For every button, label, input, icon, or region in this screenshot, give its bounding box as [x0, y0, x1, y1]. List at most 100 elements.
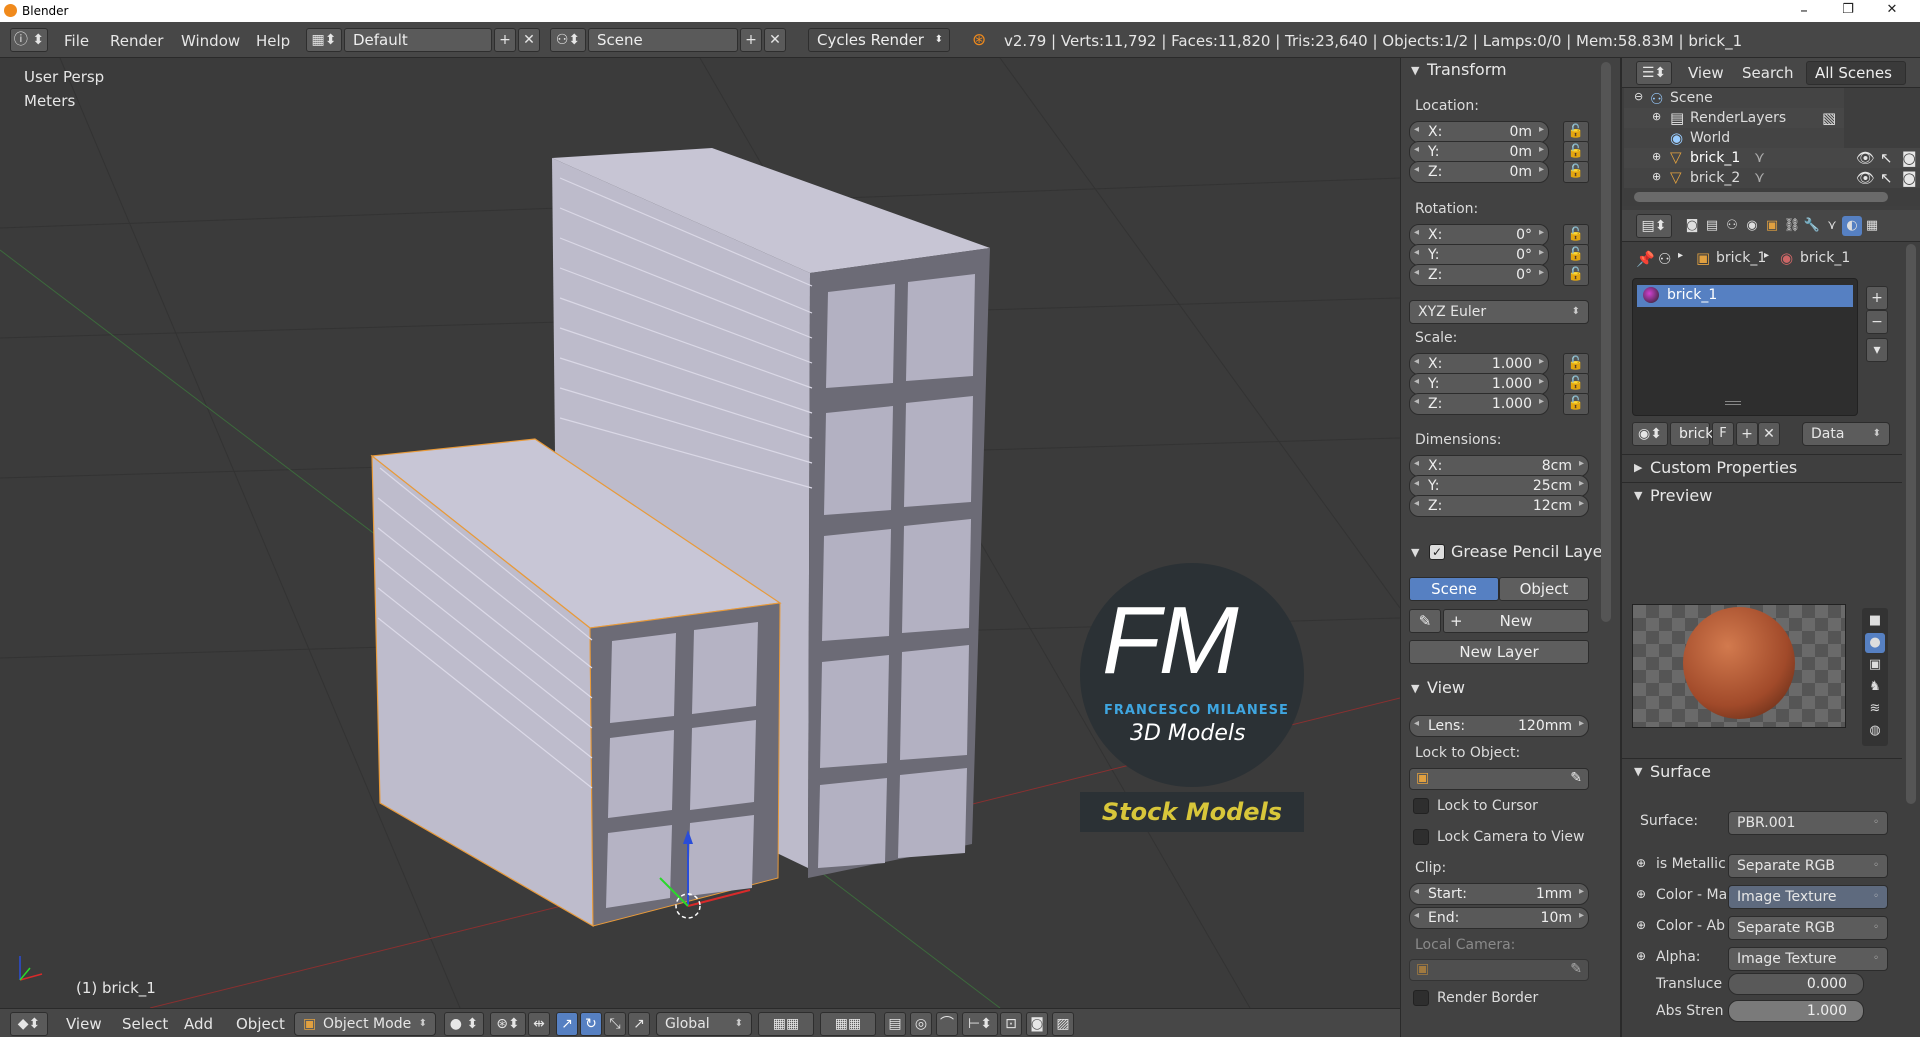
- scene-icon[interactable]: ⚇⬍: [550, 28, 586, 52]
- object-tab-icon[interactable]: ▣: [1762, 216, 1782, 236]
- grease-object-button[interactable]: Object: [1499, 577, 1589, 601]
- transform-header[interactable]: Transform: [1427, 60, 1507, 79]
- slot-menu-icon[interactable]: ▾: [1866, 338, 1888, 362]
- outliner-view-menu[interactable]: View: [1688, 64, 1724, 82]
- rotate-icon[interactable]: ↻: [580, 1012, 602, 1036]
- socket-toggle-icon[interactable]: ⊕: [1636, 949, 1646, 963]
- abs-strength-slider[interactable]: 1.000: [1728, 1000, 1864, 1022]
- outliner-search-menu[interactable]: Search: [1742, 64, 1794, 82]
- 3d-viewport[interactable]: User Persp Meters (1) brick_1 FM FRANCES…: [0, 58, 1400, 1008]
- lens-field[interactable]: ◂ Lens: 120mm ▸: [1409, 715, 1589, 737]
- constraints-tab-icon[interactable]: ⛓: [1782, 216, 1802, 236]
- collapse-arrow-icon[interactable]: ▼: [1411, 64, 1419, 77]
- sphere-preview-icon[interactable]: ●: [1865, 633, 1885, 653]
- pivot-icon[interactable]: ⊛⬍: [490, 1012, 526, 1036]
- socket-toggle-icon[interactable]: ⊕: [1636, 856, 1646, 870]
- scl-field[interactable]: ◂ Y: 1.000 ▸: [1409, 373, 1549, 395]
- layers-tab-icon[interactable]: ▤: [1702, 216, 1722, 236]
- list-item[interactable]: ⊕ ▤ RenderLayers ▧: [1624, 108, 1844, 128]
- properties-scrollbar[interactable]: [1906, 244, 1916, 804]
- new-layer-button[interactable]: New Layer: [1409, 640, 1589, 664]
- lock-icon[interactable]: 🔓: [1563, 353, 1589, 375]
- screen-layout-field[interactable]: Default: [344, 28, 492, 52]
- add-slot-button[interactable]: +: [1866, 286, 1888, 310]
- local-camera-field[interactable]: ▣ ✎: [1409, 959, 1589, 981]
- list-item[interactable]: ◉ World: [1624, 128, 1844, 148]
- lock-cursor-checkbox[interactable]: [1413, 798, 1429, 814]
- orientation-select[interactable]: Global ⬍: [656, 1012, 752, 1036]
- scale-icon[interactable]: ⤡: [604, 1012, 626, 1036]
- grease-pencil-checkbox[interactable]: ✓: [1429, 544, 1445, 560]
- render-camera-icon[interactable]: ◙: [1026, 1012, 1048, 1036]
- socket-toggle-icon[interactable]: ⊕: [1636, 918, 1646, 932]
- list-item[interactable]: ⊕ ▽ brick_1 ⋎ 👁 ↖ ◙: [1624, 148, 1920, 168]
- lock-icon[interactable]: 🔓: [1563, 161, 1589, 183]
- translate-icon[interactable]: ↗: [556, 1012, 578, 1036]
- lock-object-field[interactable]: ▣ ✎: [1409, 768, 1589, 790]
- surface-input-select[interactable]: PBR.001 ◦: [1728, 811, 1888, 835]
- snap-toggle-icon[interactable]: ⌒: [936, 1012, 958, 1036]
- cube-preview-icon[interactable]: ▣: [1865, 655, 1885, 675]
- mode-select[interactable]: ▣ Object Mode ⬍: [294, 1012, 436, 1036]
- scl-field[interactable]: ◂ Z: 1.000 ▸: [1409, 393, 1549, 415]
- outliner-editor-icon[interactable]: ☰⬍: [1636, 61, 1672, 85]
- collapse-arrow-icon[interactable]: ▼: [1411, 682, 1419, 695]
- plane-preview-icon[interactable]: ■: [1865, 611, 1885, 631]
- clip-start-field[interactable]: ◂ Start: 1mm ▸: [1409, 883, 1589, 905]
- preview-panel-header[interactable]: ▼ Preview: [1622, 482, 1902, 508]
- surface-input-select[interactable]: Separate RGB ◦: [1728, 854, 1888, 878]
- loc-field[interactable]: ◂ Y: 0m ▸: [1409, 141, 1549, 163]
- loc-field[interactable]: ◂ X: 0m ▸: [1409, 121, 1549, 143]
- maximize-button[interactable]: ❐: [1826, 0, 1870, 22]
- socket-toggle-icon[interactable]: ⊕: [1636, 887, 1646, 901]
- surface-input-select[interactable]: Image Texture ◦: [1728, 947, 1888, 971]
- layer-lock-icon[interactable]: ▤: [884, 1012, 906, 1036]
- material-browse-icon[interactable]: ◉⬍: [1632, 422, 1668, 446]
- scene-field[interactable]: Scene: [588, 28, 738, 52]
- pin-icon[interactable]: 📌: [1636, 250, 1655, 268]
- manipulator-icon[interactable]: ⇹: [528, 1012, 550, 1036]
- menu-view[interactable]: View: [66, 1015, 102, 1033]
- menu-help[interactable]: Help: [256, 32, 290, 50]
- view-panel-header[interactable]: View: [1427, 678, 1465, 697]
- menu-file[interactable]: File: [64, 32, 89, 50]
- link-select[interactable]: Data ⬍: [1802, 422, 1890, 446]
- minimize-button[interactable]: –: [1782, 0, 1826, 22]
- rot-field[interactable]: ◂ Z: 0° ▸: [1409, 264, 1549, 286]
- sky-preview-icon[interactable]: ◍: [1865, 721, 1885, 741]
- layers-grid-2-icon[interactable]: ▦▦: [820, 1012, 876, 1036]
- scene-tab-icon[interactable]: ⚇: [1722, 216, 1742, 236]
- unlink-material-button[interactable]: ✕: [1758, 422, 1780, 446]
- dim-field[interactable]: ◂ Y: 25cm ▸: [1409, 475, 1589, 497]
- render-border-checkbox[interactable]: [1413, 990, 1429, 1006]
- layers-grid-icon[interactable]: ▦▦: [758, 1012, 814, 1036]
- material-name-field[interactable]: brick_: [1670, 422, 1720, 446]
- scale-handle-icon[interactable]: ↗: [628, 1012, 650, 1036]
- remove-scene-button[interactable]: ✕: [764, 28, 786, 52]
- lock-icon[interactable]: 🔓: [1563, 121, 1589, 143]
- remove-slot-button[interactable]: −: [1866, 310, 1888, 334]
- list-item[interactable]: brick_1: [1637, 285, 1853, 307]
- rot-field[interactable]: ◂ X: 0° ▸: [1409, 224, 1549, 246]
- lock-icon[interactable]: 🔓: [1563, 224, 1589, 246]
- hair-preview-icon[interactable]: ≋: [1865, 699, 1885, 719]
- render-camera-icon[interactable]: ◙: [1902, 169, 1917, 187]
- surface-panel-header[interactable]: ▼ Surface: [1622, 758, 1902, 784]
- menu-add[interactable]: Add: [184, 1015, 213, 1033]
- resize-handle-icon[interactable]: [1725, 401, 1741, 405]
- scl-field[interactable]: ◂ X: 1.000 ▸: [1409, 353, 1549, 375]
- monkey-preview-icon[interactable]: ♞: [1865, 677, 1885, 697]
- menu-object[interactable]: Object: [236, 1015, 285, 1033]
- loc-field[interactable]: ◂ Z: 0m ▸: [1409, 161, 1549, 183]
- lock-icon[interactable]: 🔓: [1563, 264, 1589, 286]
- shading-icon[interactable]: ● ⬍: [444, 1012, 484, 1036]
- lock-icon[interactable]: 🔓: [1563, 141, 1589, 163]
- translucency-slider[interactable]: 0.000: [1728, 973, 1864, 995]
- modifier-tab-icon[interactable]: 🔧: [1802, 216, 1822, 236]
- add-scene-button[interactable]: +: [740, 28, 762, 52]
- menu-render[interactable]: Render: [110, 32, 163, 50]
- list-item[interactable]: ⊕ ▽ brick_2 ⋎ 👁 ↖ ◙: [1624, 168, 1920, 188]
- add-layout-button[interactable]: +: [494, 28, 516, 52]
- fake-user-button[interactable]: F: [1712, 422, 1734, 446]
- data-tab-icon[interactable]: ⋎: [1822, 216, 1842, 236]
